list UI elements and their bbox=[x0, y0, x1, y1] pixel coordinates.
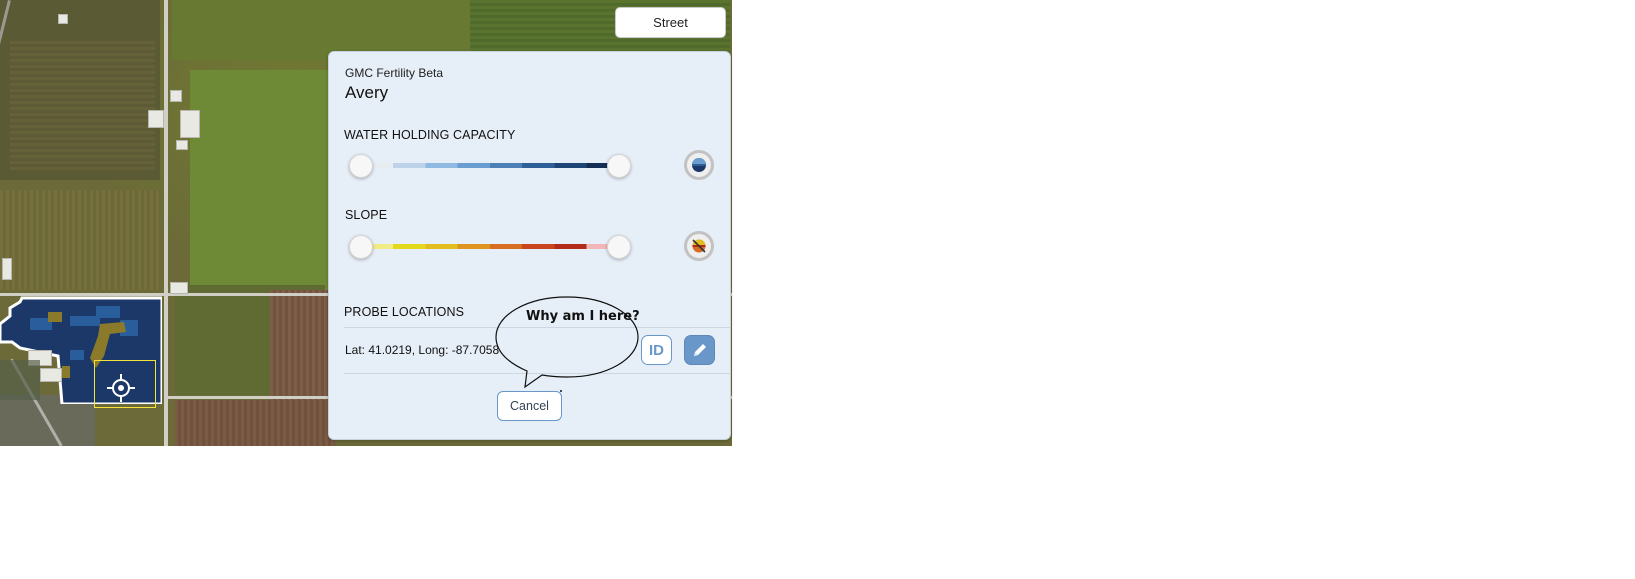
probe-id-button[interactable]: ID bbox=[641, 335, 672, 365]
cancel-button[interactable]: Cancel bbox=[497, 391, 562, 421]
panel-subtitle: GMC Fertility Beta bbox=[345, 66, 444, 80]
crosshair-icon[interactable] bbox=[107, 374, 135, 402]
slope-slider[interactable] bbox=[349, 232, 631, 262]
probe-edit-button[interactable] bbox=[684, 335, 715, 365]
slope-max-handle[interactable] bbox=[607, 235, 631, 259]
slope-min-handle[interactable] bbox=[349, 235, 373, 259]
water-layer-icon bbox=[692, 158, 706, 172]
water-capacity-track bbox=[361, 163, 619, 168]
speech-bubble-text: Why am I here? bbox=[526, 309, 640, 324]
water-capacity-slider[interactable] bbox=[349, 151, 631, 181]
pencil-icon bbox=[693, 344, 706, 356]
water-layer-toggle[interactable] bbox=[684, 150, 714, 180]
field-title: Avery bbox=[345, 83, 389, 102]
slope-layer-off-icon bbox=[692, 239, 706, 253]
slope-label: SLOPE bbox=[345, 208, 388, 222]
slope-layer-toggle[interactable] bbox=[684, 231, 714, 261]
probe-location-coordinates: Lat: 41.0219, Long: -87.7058 bbox=[345, 343, 500, 357]
water-capacity-max-handle[interactable] bbox=[607, 154, 631, 178]
slope-track bbox=[361, 244, 619, 249]
water-capacity-label: WATER HOLDING CAPACITY bbox=[344, 128, 516, 142]
water-capacity-min-handle[interactable] bbox=[349, 154, 373, 178]
street-view-button[interactable]: Street bbox=[615, 7, 726, 38]
probe-locations-label: PROBE LOCATIONS bbox=[344, 305, 465, 319]
